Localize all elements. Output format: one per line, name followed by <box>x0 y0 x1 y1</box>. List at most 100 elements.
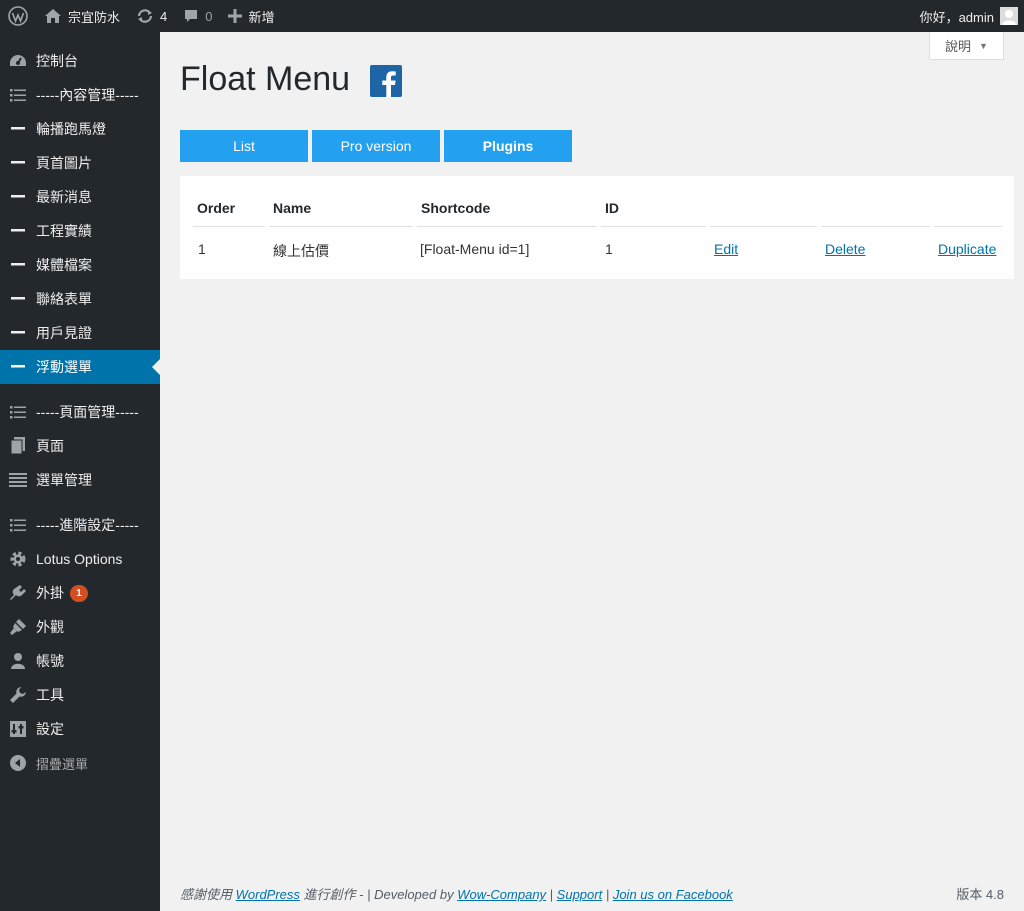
header-divider <box>934 226 1002 227</box>
dash-icon <box>0 112 36 146</box>
dash-icon <box>0 248 36 282</box>
admin-bar: 宗宜防水 4 0 新增 你好，admin <box>0 0 1024 32</box>
sidebar-item-label: 頁面 <box>36 438 64 454</box>
tab-plugins[interactable]: Plugins <box>444 130 572 162</box>
column-header-order: Order <box>197 200 236 216</box>
comments-count: 0 <box>205 8 213 24</box>
sidebar-item-users[interactable]: 帳號 <box>0 644 160 678</box>
sidebar-item-plugins[interactable]: 外掛 1 <box>0 576 160 610</box>
sidebar-item-label: 外觀 <box>36 619 64 635</box>
sidebar-item-label: 設定 <box>36 721 64 737</box>
sidebar-item-tools[interactable]: 工具 <box>0 678 160 712</box>
tab-pro-version[interactable]: Pro version <box>312 130 440 162</box>
dash-icon <box>0 282 36 316</box>
sidebar-item-label: 選單管理 <box>36 472 92 488</box>
sidebar-item-label: 外掛 <box>36 585 64 601</box>
sidebar-item-contact-form[interactable]: 聯絡表單 <box>0 282 160 316</box>
facebook-icon[interactable] <box>370 65 402 97</box>
sidebar-item-label: 聯絡表單 <box>36 291 92 307</box>
sidebar-item-media[interactable]: 媒體檔案 <box>0 248 160 282</box>
footer-facebook-link[interactable]: Join us on Facebook <box>613 887 733 902</box>
header-divider <box>193 226 265 227</box>
site-name-link[interactable]: 宗宜防水 <box>36 0 128 32</box>
page-title: Float Menu <box>180 60 351 98</box>
new-content-link[interactable]: 新增 <box>220 0 282 32</box>
header-divider <box>417 226 597 227</box>
sidebar-item-settings[interactable]: 設定 <box>0 712 160 746</box>
comment-icon <box>183 8 199 24</box>
dash-icon <box>0 146 36 180</box>
brush-icon <box>0 610 36 644</box>
sidebar-item-carousel[interactable]: 輪播跑馬燈 <box>0 112 160 146</box>
sidebar-item-content-section[interactable]: -----內容管理----- <box>0 78 160 112</box>
sidebar-item-testimonials[interactable]: 用戶見證 <box>0 316 160 350</box>
sidebar-item-label: 媒體檔案 <box>36 257 92 273</box>
float-menu-table: Order Name Shortcode ID 1 線上估價 [Float-Me… <box>180 176 1014 279</box>
column-header-name: Name <box>273 200 312 216</box>
delete-link[interactable]: Delete <box>825 241 865 257</box>
sidebar-item-label: -----進階設定----- <box>36 517 139 533</box>
new-content-label: 新增 <box>248 9 275 25</box>
footer-thanks-suffix: 進行創作 <box>299 887 356 902</box>
cell-order: 1 <box>198 241 206 257</box>
greeting-label: 你好，admin <box>919 9 994 25</box>
sidebar-item-label: Lotus Options <box>36 551 123 567</box>
collapse-menu-button[interactable]: 摺疊選單 <box>0 746 160 780</box>
edit-link[interactable]: Edit <box>714 241 738 257</box>
collapse-icon <box>0 746 36 780</box>
help-tab-label: 說明 <box>945 39 972 54</box>
footer-wordpress-link[interactable]: WordPress <box>236 887 300 902</box>
header-divider <box>269 226 413 227</box>
footer-thanks-prefix: 感謝使用 <box>180 887 236 902</box>
help-tab-button[interactable]: 說明 ▼ <box>929 32 1004 60</box>
sidebar-item-lotus-options[interactable]: Lotus Options <box>0 542 160 576</box>
sidebar-item-label: 輪播跑馬燈 <box>36 121 106 137</box>
sidebar-item-projects[interactable]: 工程實績 <box>0 214 160 248</box>
sidebar-item-advanced-section[interactable]: -----進階設定----- <box>0 508 160 542</box>
home-icon <box>44 8 62 24</box>
sidebar-item-dashboard[interactable]: 控制台 <box>0 44 160 78</box>
header-divider <box>601 226 706 227</box>
dash-icon <box>0 350 36 384</box>
my-account-link[interactable]: 你好，admin <box>912 0 1024 32</box>
refresh-icon <box>136 8 154 24</box>
sidebar-item-header-images[interactable]: 頁首圖片 <box>0 146 160 180</box>
sidebar-item-news[interactable]: 最新消息 <box>0 180 160 214</box>
settings-icon <box>0 712 36 746</box>
header-divider <box>821 226 930 227</box>
sidebar-item-label: 工具 <box>36 687 64 703</box>
plugin-icon <box>0 576 36 610</box>
sidebar-item-label: -----頁面管理----- <box>36 404 139 420</box>
sidebar-item-float-menu[interactable]: 浮動選單 <box>0 350 160 384</box>
sidebar-item-pages-section[interactable]: -----頁面管理----- <box>0 395 160 429</box>
sidebar-item-pages[interactable]: 頁面 <box>0 429 160 463</box>
column-header-shortcode: Shortcode <box>421 200 491 216</box>
footer-separator: | <box>546 887 557 902</box>
footer-separator: - | Developed by <box>355 887 458 902</box>
tab-list[interactable]: List <box>180 130 308 162</box>
sidebar-item-label: 浮動選單 <box>36 359 92 375</box>
dashboard-icon <box>0 44 36 78</box>
sidebar-item-label: 帳號 <box>36 653 64 669</box>
footer-support-link[interactable]: Support <box>557 887 603 902</box>
sidebar-item-menus[interactable]: 選單管理 <box>0 463 160 497</box>
cell-id: 1 <box>605 241 613 257</box>
sidebar-item-label: 頁首圖片 <box>36 155 92 171</box>
site-name-label: 宗宜防水 <box>68 9 121 25</box>
list-icon <box>0 395 36 429</box>
user-icon <box>0 644 36 678</box>
updates-link[interactable]: 4 <box>128 0 175 32</box>
footer-credits: 感謝使用 WordPress 進行創作 - | Developed by Wow… <box>180 884 733 903</box>
gear-icon <box>0 542 36 576</box>
updates-count: 4 <box>160 8 168 24</box>
sidebar-item-label: 控制台 <box>36 53 78 69</box>
duplicate-link[interactable]: Duplicate <box>938 241 996 257</box>
sidebar-item-appearance[interactable]: 外觀 <box>0 610 160 644</box>
header-divider <box>710 226 817 227</box>
admin-sidebar: 控制台 -----內容管理----- 輪播跑馬燈 頁首圖片 最新消息 工程實績 … <box>0 32 160 911</box>
comments-link[interactable]: 0 <box>175 0 220 32</box>
column-header-id: ID <box>605 200 619 216</box>
wordpress-logo-icon[interactable] <box>0 0 36 32</box>
cell-name: 線上估價 <box>273 243 329 259</box>
footer-company-link[interactable]: Wow-Company <box>457 887 546 902</box>
